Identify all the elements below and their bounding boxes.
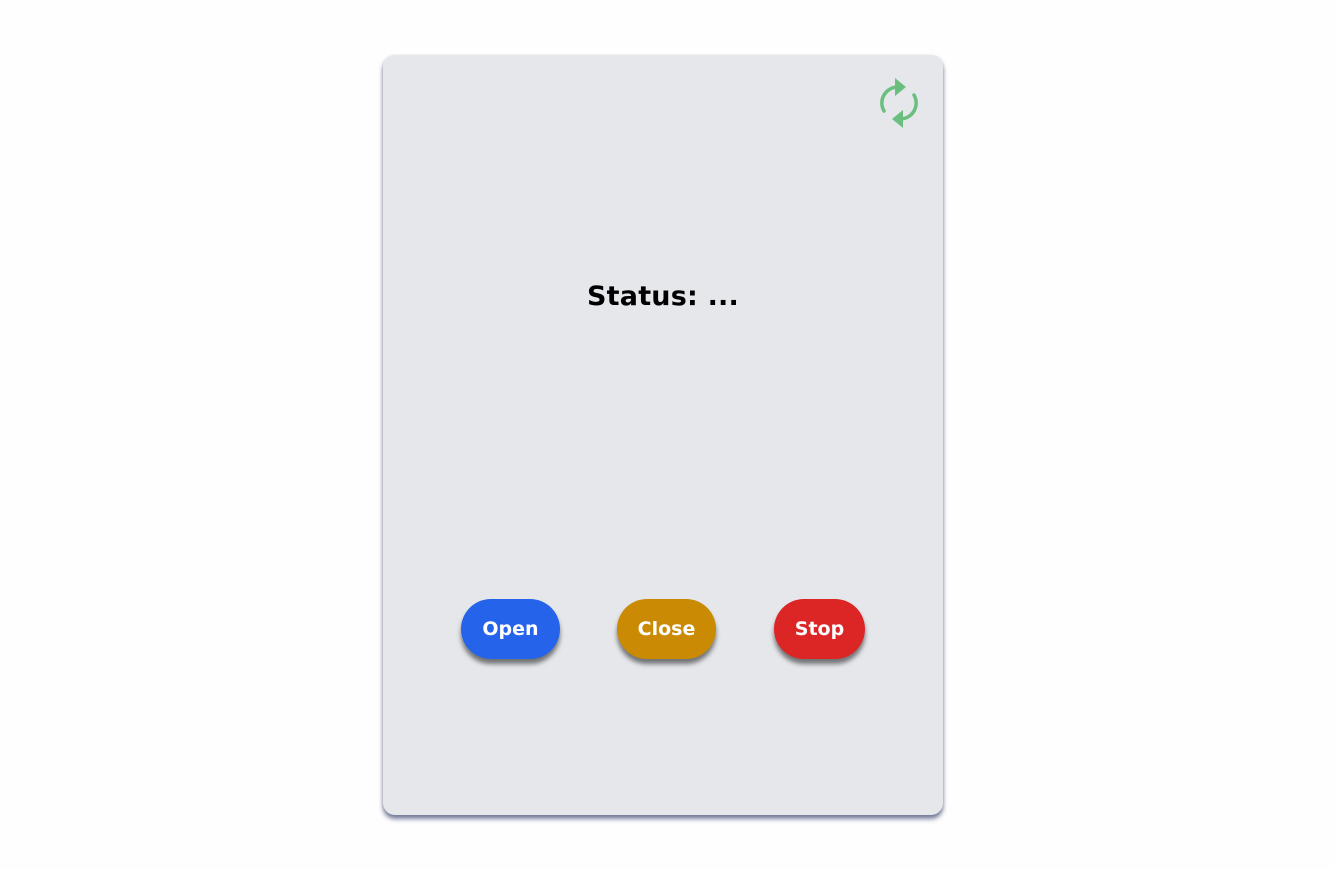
refresh-button[interactable]	[877, 75, 921, 131]
control-card: Status: ... Open Close Stop	[383, 55, 943, 815]
close-button[interactable]: Close	[617, 599, 716, 659]
open-button[interactable]: Open	[461, 599, 560, 659]
refresh-icon	[880, 78, 918, 128]
stop-button[interactable]: Stop	[774, 599, 865, 659]
status-text: Status: ...	[587, 281, 739, 312]
